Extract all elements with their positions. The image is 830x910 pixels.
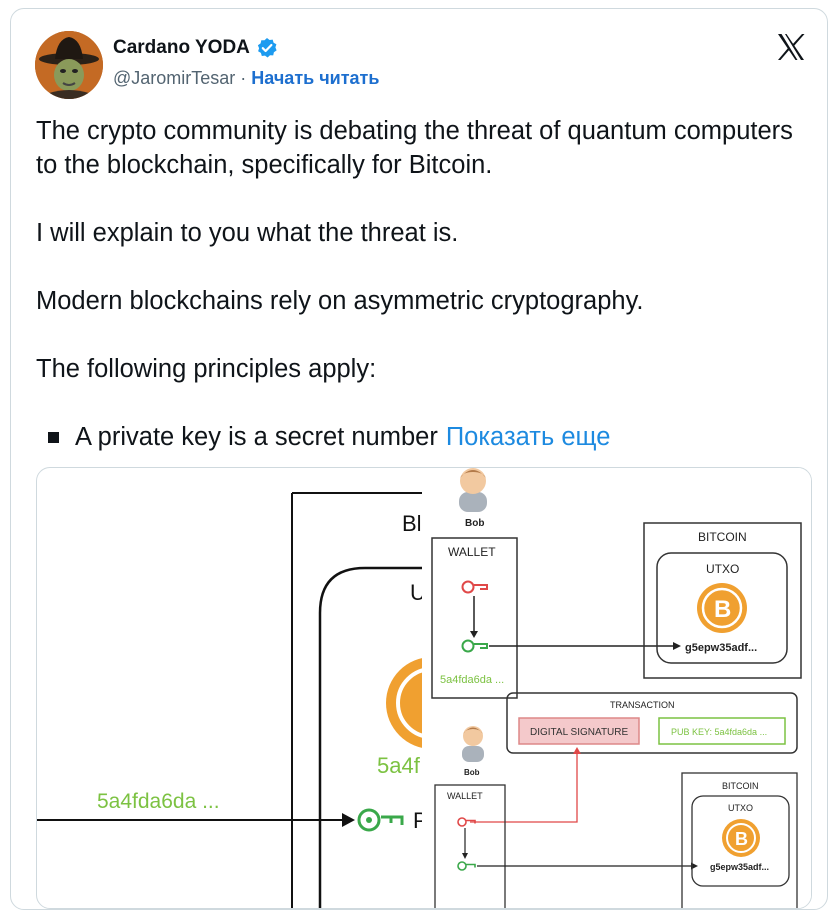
utxo-label: UTXO (706, 562, 739, 576)
bob-label-2: Bob (464, 768, 480, 777)
utxo-label-2: UTXO (728, 803, 753, 813)
pub-key-label: PUB KEY: 5a4fda6da ... (671, 727, 767, 737)
separator-dot: · (240, 68, 247, 88)
tweet-text: The crypto community is debating the thr… (36, 114, 806, 454)
media-diagram: Bl U 5a4f 5a4fda6da ... P Bob WALLET 5a4… (37, 468, 811, 908)
wallet-label-2: WALLET (447, 791, 483, 801)
avatar-image (35, 31, 103, 99)
bitcoin-icon: B (697, 583, 747, 633)
wallet-label: WALLET (448, 545, 496, 559)
back-pubkey-large: 5a4f (377, 753, 421, 778)
bob-label: Bob (465, 518, 484, 529)
bullet-item: A private key is a secret number Показат… (36, 420, 806, 454)
author-info: Cardano YODA @JaromirTesar · Начать чита… (113, 36, 379, 89)
bullet-square-icon (48, 431, 59, 443)
tweet-media-image[interactable]: Bl U 5a4f 5a4fda6da ... P Bob WALLET 5a4… (36, 467, 812, 909)
bitcoin-icon: B (722, 819, 760, 857)
tweet-card[interactable]: Cardano YODA @JaromirTesar · Начать чита… (10, 8, 828, 910)
bitcoin-label: BITCOIN (698, 530, 747, 544)
back-label-bl: Bl (402, 511, 422, 536)
tweet-paragraph: I will explain to you what the threat is… (36, 219, 459, 247)
utxo-address-2: g5epw35adf... (710, 862, 769, 872)
back-pubkey-left: 5a4fda6da ... (97, 790, 220, 813)
bullet-text: A private key is a secret number (75, 423, 438, 451)
svg-text:B: B (735, 829, 748, 849)
verified-badge-icon (256, 37, 278, 59)
transaction-label: TRANSACTION (610, 700, 675, 710)
bitcoin-label-2: BITCOIN (722, 781, 759, 791)
back-image: Bl U 5a4f 5a4fda6da ... P (37, 492, 478, 908)
utxo-address: g5epw35adf... (685, 642, 757, 654)
digital-signature-label: DIGITAL SIGNATURE (530, 727, 628, 738)
follow-link[interactable]: Начать читать (251, 68, 379, 89)
tweet-paragraph: The following principles apply: (36, 355, 377, 383)
front-diagram: Bob WALLET 5a4fda6da ... BITCOIN UTXO B … (422, 468, 811, 908)
svg-text:B: B (714, 596, 731, 623)
tweet-paragraph: The crypto community is debating the thr… (36, 117, 793, 179)
wallet-pubkey: 5a4fda6da ... (440, 674, 504, 686)
tweet-paragraph: Modern blockchains rely on asymmetric cr… (36, 287, 644, 315)
author-handle[interactable]: @JaromirTesar (113, 68, 235, 89)
author-display-name[interactable]: Cardano YODA (113, 37, 250, 59)
x-logo-icon[interactable] (775, 31, 807, 63)
avatar[interactable] (35, 31, 103, 99)
show-more-link[interactable]: Показать еще (446, 420, 611, 454)
